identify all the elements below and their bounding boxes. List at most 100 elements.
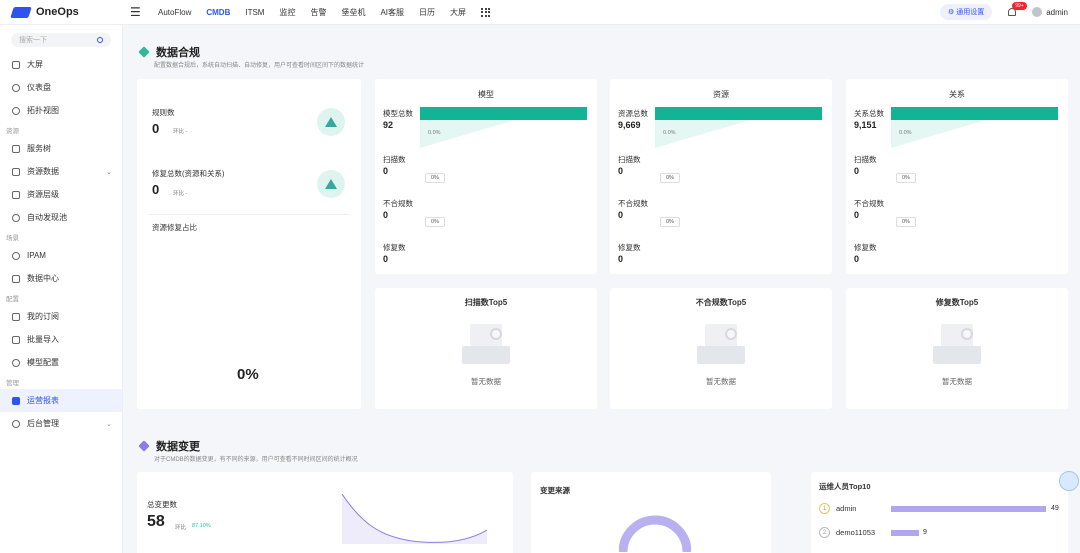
sidebar-item-ops-report[interactable]: 运营报表	[0, 389, 122, 412]
change-ring-label: 环比	[175, 525, 187, 531]
sidebar: 搜索一下 大屏 仪表盘 拓扑视图 资源 服务树 资源数据 ⌄ 资源层级 自动发现池…	[0, 25, 123, 553]
operator-top10-card: 运维人员Top10 1 admin 49 2 demo11053 9	[811, 472, 1068, 553]
change-ring-value: 87.10%	[192, 523, 211, 529]
chevron-down-icon: ⌄	[106, 168, 112, 176]
search-icon[interactable]	[97, 37, 103, 43]
cube-icon	[138, 46, 150, 58]
settings-button[interactable]: ⚙ 通用设置	[939, 4, 993, 20]
user-name[interactable]: admin	[1046, 8, 1068, 17]
list-item: 1 admin	[819, 503, 856, 514]
scan-label: 扫描数	[854, 155, 877, 164]
sidebar-item-subscription[interactable]: 我的订阅	[0, 305, 122, 328]
operator-name: demo11053	[836, 528, 876, 537]
sidebar-item-model-config[interactable]: 模型配置	[0, 351, 122, 374]
subscribe-icon	[12, 312, 20, 321]
empty-data-icon	[933, 324, 981, 366]
column-title: 资源	[713, 90, 729, 99]
search-input[interactable]: 搜索一下	[11, 33, 111, 47]
nav-monitor[interactable]: 监控	[279, 7, 295, 18]
nav-bastion[interactable]: 堡垒机	[341, 7, 365, 18]
sidebar-item-bigscreen[interactable]: 大屏	[0, 53, 122, 76]
sidebar-item-label: 模型配置	[27, 358, 59, 367]
nav-ai-service[interactable]: AI客服	[380, 7, 404, 18]
total-pct: 0.0%	[428, 130, 441, 136]
sidebar-item-label: 仪表盘	[27, 83, 51, 92]
main-content: 数据合规 配置数据合规后，系统自动扫描、自动修复，用户可查看时间区间下的数据统计…	[123, 25, 1080, 553]
sidebar-item-label: 大屏	[27, 60, 43, 69]
nav-alert[interactable]: 告警	[310, 7, 326, 18]
discover-icon	[12, 213, 20, 222]
sidebar-item-resource-data[interactable]: 资源数据 ⌄	[0, 160, 122, 183]
noncompliant-pct: 0%	[425, 217, 445, 227]
nav-autoflow[interactable]: AutoFlow	[158, 8, 191, 17]
card-title: 修复数Top5	[935, 298, 979, 307]
tree-icon	[12, 144, 20, 153]
total-label: 资源总数	[618, 109, 648, 118]
scan-value: 0	[854, 166, 860, 176]
notification-bell-icon[interactable]: 99+	[1008, 2, 1027, 17]
operator-top10-title: 运维人员Top10	[819, 482, 871, 491]
section-desc-compliance: 配置数据合规后，系统自动扫描、自动修复，用户可查看时间区间下的数据统计	[154, 63, 365, 69]
nav-cmdb[interactable]: CMDB	[206, 8, 230, 17]
screen-icon	[12, 60, 20, 69]
app-grid-icon[interactable]	[481, 7, 491, 17]
sidebar-item-backend-admin[interactable]: 后台管理 ⌄	[0, 412, 122, 435]
nav-calendar[interactable]: 日历	[419, 7, 435, 18]
operator-bar	[891, 530, 919, 536]
noncompliant-label: 不合规数	[854, 199, 884, 208]
rules-ring: 环比 -	[173, 129, 188, 135]
sidebar-item-service-tree[interactable]: 服务树	[0, 137, 122, 160]
noncompliant-value: 0	[383, 210, 389, 220]
help-float-button[interactable]	[1059, 471, 1079, 491]
sidebar-item-label: 资源层级	[27, 190, 59, 199]
rank-badge: 1	[819, 503, 830, 514]
empty-data-icon	[462, 324, 510, 366]
change-total-label: 总变更数	[147, 500, 177, 509]
nav-itsm[interactable]: ITSM	[245, 8, 264, 17]
rank-badge: 2	[819, 527, 830, 538]
notification-badge: 99+	[1012, 2, 1027, 10]
sidebar-item-batch-import[interactable]: 批量导入	[0, 328, 122, 351]
app-logo[interactable]: OneOps	[10, 6, 128, 18]
repair-label: 修复数	[854, 243, 877, 252]
card-title: 不合规数Top5	[695, 298, 747, 307]
sidebar-item-label: 自动发现池	[27, 213, 67, 222]
rules-label: 规则数	[152, 108, 175, 117]
sidebar-item-dashboard[interactable]: 仪表盘	[0, 76, 122, 99]
avatar[interactable]	[1032, 7, 1043, 17]
sidebar-item-topology[interactable]: 拓扑视图	[0, 99, 122, 122]
menu-collapse-icon[interactable]: ☰	[130, 5, 158, 19]
change-source-card: 变更来源	[531, 472, 771, 553]
sidebar-item-resource-hierarchy[interactable]: 资源层级	[0, 183, 122, 206]
compliance-relation-card: 关系 关系总数 9,151 0.0% 扫描数 0 0% 不合规数 0 0% 修复…	[846, 79, 1068, 274]
empty-state: 暂无数据	[846, 324, 1068, 387]
noncompliant-pct: 0%	[896, 217, 916, 227]
repair-icon	[317, 170, 345, 198]
column-title: 模型	[478, 90, 494, 99]
repair-ring: 环比 -	[173, 191, 188, 197]
sidebar-item-discovery-pool[interactable]: 自动发现池	[0, 206, 122, 229]
search-placeholder: 搜索一下	[19, 37, 47, 44]
repair-total-value: 0	[152, 182, 160, 197]
change-total-card: 总变更数 58 环比 87.10%	[137, 472, 513, 553]
section-title-compliance: 数据合规	[138, 44, 200, 60]
sidebar-item-ipam[interactable]: IPAM	[0, 244, 122, 267]
list-item: 2 demo11053	[819, 527, 875, 538]
scan-value: 0	[618, 166, 624, 176]
repair-value: 0	[618, 254, 624, 264]
dashboard-icon	[12, 83, 20, 92]
repair-value: 0	[383, 254, 389, 264]
topology-icon	[12, 106, 20, 115]
scan-pct: 0%	[896, 173, 916, 183]
nav-bigscreen[interactable]: 大屏	[450, 7, 466, 18]
repair-top5-card: 修复数Top5 暂无数据	[846, 288, 1068, 409]
empty-state: 暂无数据	[610, 324, 832, 387]
empty-text: 暂无数据	[942, 377, 972, 386]
sidebar-item-label: 数据中心	[27, 274, 59, 283]
empty-text: 暂无数据	[471, 377, 501, 386]
data-icon	[12, 167, 20, 176]
sidebar-item-datacenter[interactable]: 数据中心	[0, 267, 122, 290]
ipam-icon	[12, 251, 20, 260]
sidebar-item-label: 后台管理	[27, 419, 59, 428]
top-bar: OneOps ☰ AutoFlow CMDB ITSM 监控 告警 堡垒机 AI…	[0, 0, 1080, 25]
